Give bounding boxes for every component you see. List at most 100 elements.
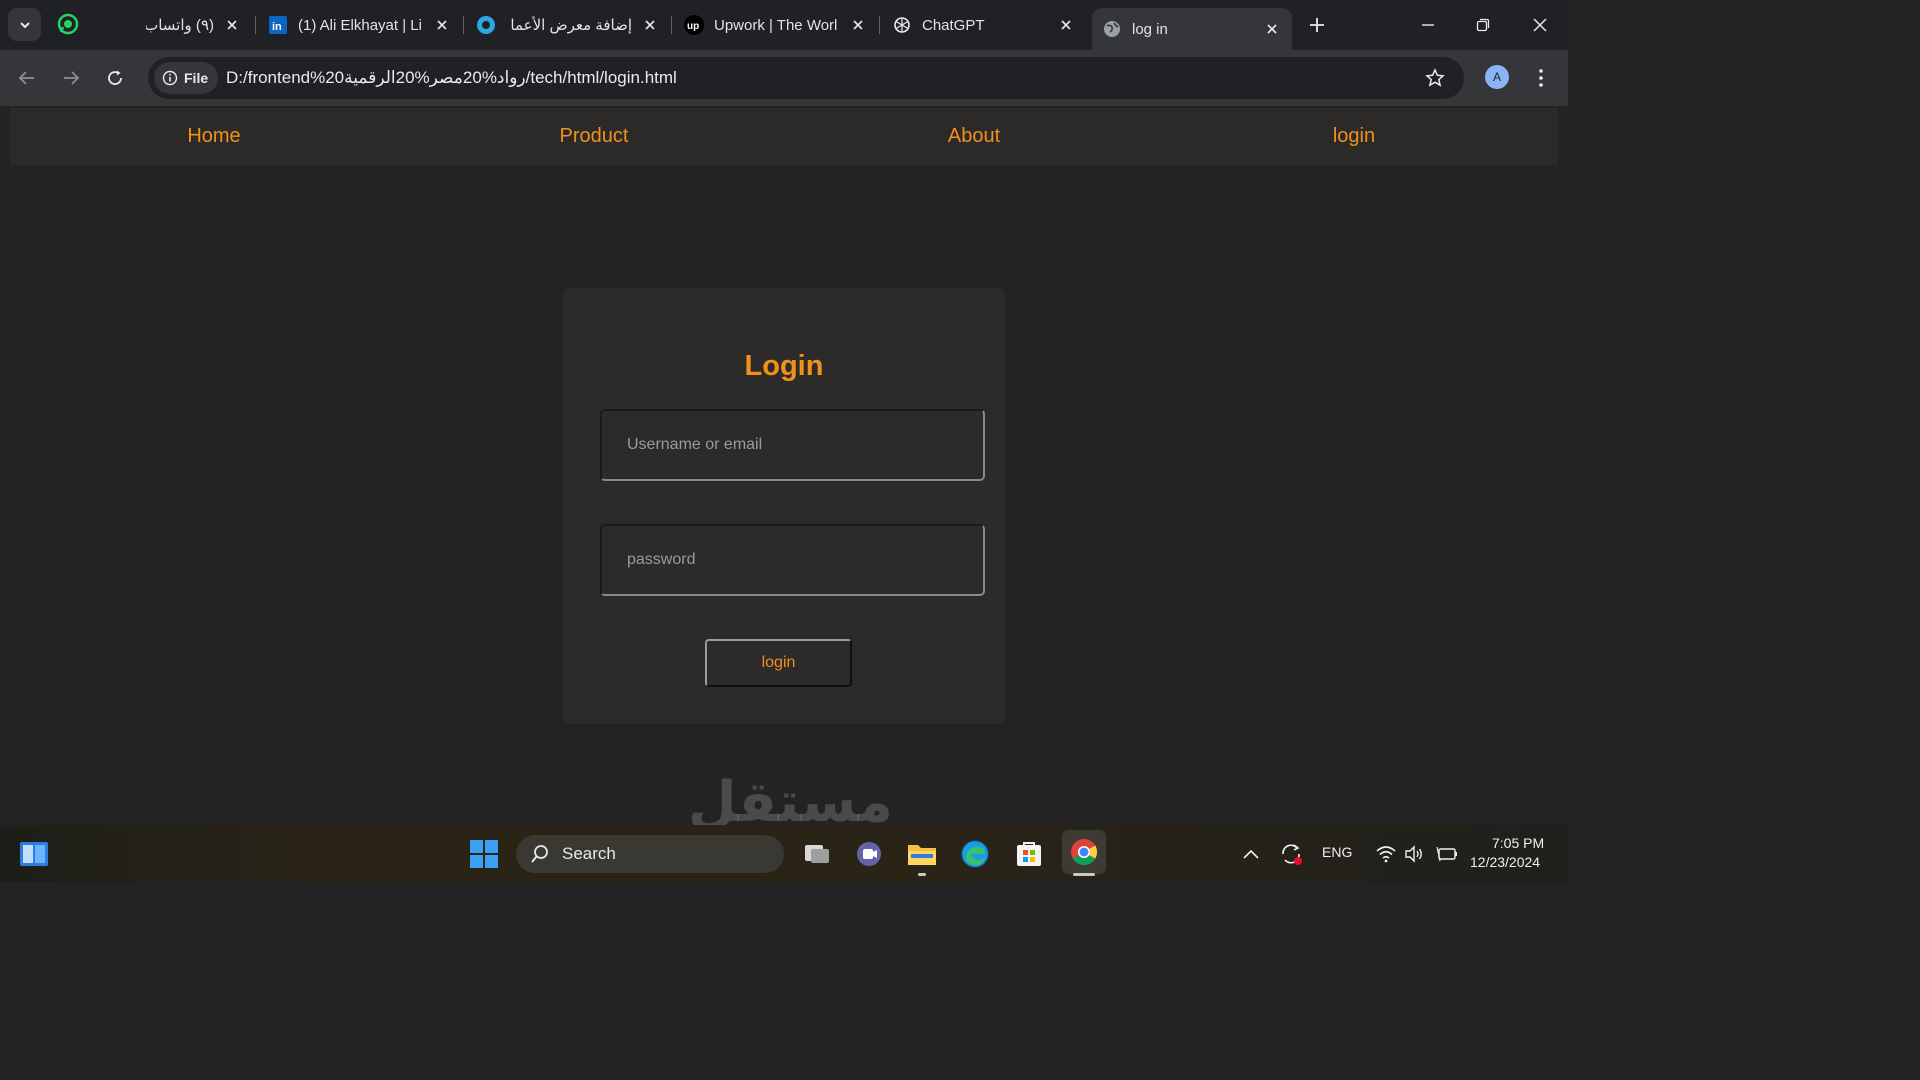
menu-button[interactable] [1531,64,1551,92]
new-tab-button[interactable] [1305,13,1329,37]
browser-toolbar: File D:/frontend%20رواد%20مصر%20الرقمية/… [0,50,1568,106]
back-button[interactable] [13,64,41,92]
clock-time[interactable]: 7:05 PM [1492,835,1544,851]
close-icon[interactable] [432,15,452,35]
language-indicator[interactable]: ENG [1322,844,1352,860]
tab-chatgpt[interactable]: ChatGPT [892,8,1076,42]
arrow-left-icon [18,71,34,85]
svg-text:up: up [687,21,699,32]
tab-title: log in [1132,20,1168,38]
tab-search-button[interactable] [8,8,41,41]
password-input[interactable] [600,524,985,596]
svg-text:in: in [272,21,282,33]
search-icon [531,845,548,863]
tab-title: Upwork | The Worl [714,16,838,34]
site-info-chip[interactable]: File [154,62,218,94]
plus-icon [1310,18,1324,32]
bookmark-button[interactable] [1424,67,1446,89]
task-view-icon [805,845,829,863]
wifi-icon [1376,846,1396,863]
nav-link-product[interactable]: Product [560,125,629,148]
tab-linkedin[interactable]: in (1) Ali Elkhayat | Li [268,8,452,42]
minimize-button[interactable] [1413,10,1443,40]
chrome-button[interactable] [1062,830,1106,874]
minimize-icon [1422,24,1434,26]
taskbar: Search ENG 7:05 PM 12/23/2024 [0,825,1568,882]
tab-title: ChatGPT [922,16,985,34]
close-window-button[interactable] [1525,10,1555,40]
login-button[interactable]: login [705,639,852,687]
chatgpt-icon [892,15,912,35]
battery-button[interactable] [1430,837,1464,871]
sync-status-button[interactable] [1274,837,1308,871]
store-button[interactable] [1012,837,1046,871]
tab-separator [671,16,672,34]
widgets-icon [20,842,48,866]
upwork-icon: up [684,15,704,35]
tab-upwork[interactable]: up Upwork | The Worl [684,8,868,42]
pinned-tab-whatsapp[interactable] [56,12,80,36]
tab-separator [879,16,880,34]
address-bar[interactable]: File D:/frontend%20رواد%20مصر%20الرقمية/… [148,57,1464,99]
taskbar-search-label: Search [562,844,616,863]
teams-icon [857,842,881,866]
close-icon[interactable] [1262,19,1282,39]
tab-separator [463,16,464,34]
arrow-right-icon [64,71,80,85]
linkedin-icon: in [268,15,288,35]
tab-whatsapp[interactable]: (٩) واتساب [146,8,242,42]
nav-link-about[interactable]: About [948,125,1000,148]
restore-icon [1476,18,1490,32]
reload-icon [108,70,122,85]
active-app-indicator [1073,873,1095,876]
close-icon[interactable] [640,15,660,35]
close-icon[interactable] [1056,15,1076,35]
whatsapp-icon [57,13,79,35]
url-text[interactable]: D:/frontend%20رواد%20مصر%20الرقمية/tech/… [226,68,677,88]
chevron-up-icon [1243,849,1259,859]
avatar[interactable]: A [1485,65,1509,89]
close-icon[interactable] [848,15,868,35]
volume-icon [1405,845,1422,863]
tray-overflow-button[interactable] [1234,837,1268,871]
close-icon [1533,18,1547,32]
login-title: Login [744,350,824,382]
reload-button[interactable] [101,64,129,92]
star-icon [1425,68,1445,87]
info-icon [162,70,178,86]
sync-icon [1282,844,1302,865]
tab-login-active[interactable]: log in [1092,8,1292,50]
site-chip-label: File [184,70,209,86]
windows-icon [470,840,498,868]
tab-separator [255,16,256,34]
file-explorer-button[interactable] [905,837,939,871]
start-button[interactable] [467,837,501,871]
nav-link-login[interactable]: login [1333,125,1375,148]
running-indicator [918,873,926,876]
restore-button[interactable] [1468,10,1498,40]
mostaql-icon [476,15,496,35]
browser-tab-strip: (٩) واتساب in (1) Ali Elkhayat | Li إضاف… [0,0,1568,50]
chrome-icon [1071,839,1098,866]
quick-settings-button[interactable] [1368,837,1432,871]
tab-title: (1) Ali Elkhayat | Li [298,16,422,34]
widgets-button[interactable] [17,837,51,871]
tab-title: إضافة معرض الأعما [510,17,632,34]
folder-icon [908,845,936,865]
teams-chat-button[interactable] [852,837,886,871]
site-navbar: Home Product About login [10,108,1558,165]
store-icon [1017,842,1041,866]
tab-title: (٩) واتساب [146,17,214,34]
chevron-down-icon [19,21,30,28]
username-input[interactable] [600,409,985,481]
edge-button[interactable] [958,837,992,871]
tab-mostaql[interactable]: إضافة معرض الأعما [476,8,660,42]
nav-link-home[interactable]: Home [187,125,240,148]
task-view-button[interactable] [800,837,834,871]
close-icon[interactable] [222,15,242,35]
taskbar-search[interactable]: Search [516,835,784,873]
battery-icon [1436,846,1457,862]
forward-button[interactable] [57,64,85,92]
edge-icon [961,840,989,868]
clock-date[interactable]: 12/23/2024 [1470,854,1540,870]
